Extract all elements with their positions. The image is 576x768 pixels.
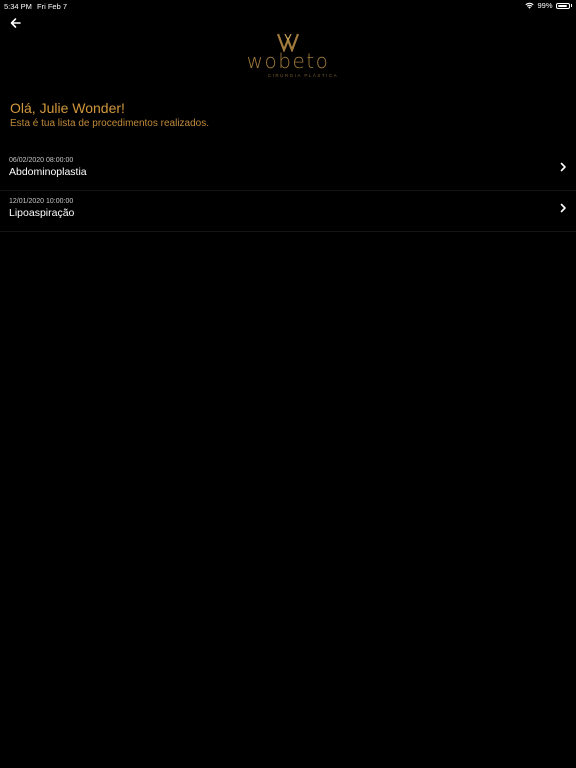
- procedure-item[interactable]: 12/01/2020 10:00:00 Lipoaspiração: [0, 191, 576, 232]
- status-date: Fri Feb 7: [37, 2, 68, 11]
- battery-fill: [557, 4, 568, 7]
- logo-wordmark: wobeto: [246, 49, 330, 73]
- procedure-name: Abdominoplastia: [9, 166, 87, 178]
- chevron-right-icon: [560, 203, 566, 213]
- logo-tagline: CIRURGIA PLÁSTICA: [267, 73, 339, 78]
- greeting-title: Olá, Julie Wonder!: [10, 100, 125, 116]
- status-time: 5:34 PM: [4, 2, 32, 11]
- procedure-name: Lipoaspiração: [9, 207, 75, 219]
- battery-percent: 99%: [537, 1, 553, 10]
- battery-icon: [555, 2, 570, 9]
- procedure-date: 12/01/2020 10:00:00: [9, 198, 74, 205]
- status-bar: 5:34 PM Fri Feb 7 99%: [0, 0, 576, 12]
- wifi-icon: [525, 2, 535, 9]
- chevron-right-icon: [560, 162, 566, 172]
- back-button[interactable]: [6, 14, 26, 32]
- brand-logo: wobeto CIRURGIA PLÁSTICA: [0, 32, 576, 78]
- status-indicators: 99%: [525, 1, 572, 10]
- arrow-left-icon: [10, 18, 21, 28]
- battery-tip: [570, 4, 572, 7]
- procedure-date: 06/02/2020 08:00:00: [9, 157, 74, 164]
- greeting-subtitle: Esta é tua lista de procedimentos realiz…: [10, 118, 209, 129]
- procedure-list: 06/02/2020 08:00:00 Abdominoplastia 12/0…: [0, 150, 576, 232]
- procedure-item[interactable]: 06/02/2020 08:00:00 Abdominoplastia: [0, 150, 576, 191]
